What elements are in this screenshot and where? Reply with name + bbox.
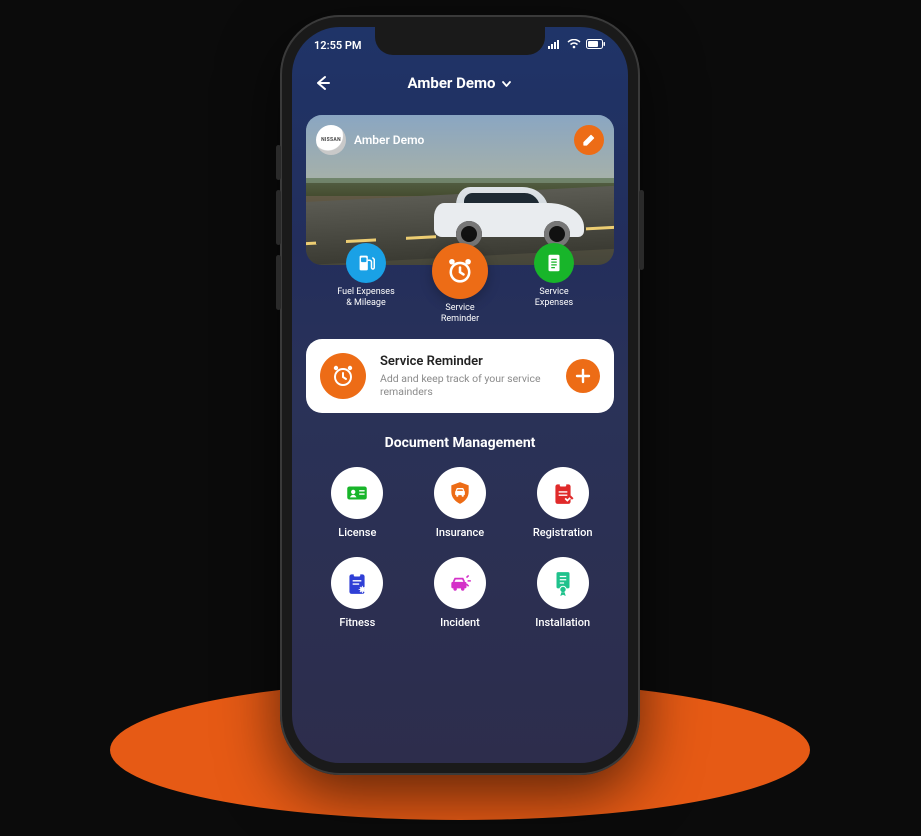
tab-fuel[interactable]: Fuel Expenses& Mileage <box>329 243 403 309</box>
doc-label: Registration <box>533 526 593 539</box>
chevron-down-icon <box>501 78 512 89</box>
document-grid: License Insurance Registration Fitness I… <box>306 467 614 629</box>
clock-icon <box>320 353 366 399</box>
tab-label: ServiceExpenses <box>535 287 573 309</box>
hero-car <box>434 187 584 247</box>
vehicle-name: Amber Demo <box>354 133 424 147</box>
phone-notch <box>375 27 545 55</box>
id-card-icon <box>331 467 383 519</box>
fuel-icon <box>346 243 386 283</box>
back-button[interactable] <box>308 69 336 97</box>
shield-car-icon <box>434 467 486 519</box>
card-title: Service Reminder <box>380 354 552 369</box>
doc-item-insurance[interactable]: Insurance <box>413 467 508 539</box>
pencil-icon <box>582 133 596 147</box>
phone-volume-down <box>276 255 281 310</box>
phone-power-button <box>639 190 644 270</box>
doc-label: Installation <box>535 616 590 629</box>
clipboard-gear-icon <box>331 557 383 609</box>
battery-icon <box>586 39 606 52</box>
phone-side-switch <box>276 145 281 180</box>
clipboard-check-icon <box>537 467 589 519</box>
app-screen: 12:55 PM Amber Demo <box>292 27 628 763</box>
category-tabs: Fuel Expenses& Mileage ServiceReminder S… <box>306 243 614 325</box>
brand-logo: NISSAN <box>316 125 346 155</box>
doc-label: Incident <box>440 616 480 629</box>
header-title-text: Amber Demo <box>408 74 496 92</box>
tab-receipt[interactable]: ServiceExpenses <box>517 243 591 309</box>
certificate-icon <box>537 557 589 609</box>
signal-icon <box>548 39 562 52</box>
header-title-dropdown[interactable]: Amber Demo <box>408 74 513 92</box>
doc-label: Fitness <box>339 616 375 629</box>
main-scroll[interactable]: NISSAN Amber Demo Fuel Expenses& Mileage… <box>292 107 628 763</box>
service-reminder-card: Service Reminder Add and keep track of y… <box>306 339 614 413</box>
doc-item-incident[interactable]: Incident <box>413 557 508 629</box>
tab-clock[interactable]: ServiceReminder <box>423 243 497 325</box>
doc-label: License <box>338 526 376 539</box>
app-header: Amber Demo <box>292 63 628 103</box>
doc-label: Insurance <box>436 526 484 539</box>
car-crash-icon <box>434 557 486 609</box>
receipt-icon <box>534 243 574 283</box>
arrow-left-icon <box>312 73 332 93</box>
card-subtitle: Add and keep track of your service remai… <box>380 372 552 398</box>
doc-item-installation[interactable]: Installation <box>515 557 610 629</box>
document-section-title: Document Management <box>306 435 614 451</box>
wifi-icon <box>567 39 581 52</box>
tab-label: ServiceReminder <box>441 303 479 325</box>
doc-item-license[interactable]: License <box>310 467 405 539</box>
phone-volume-up <box>276 190 281 245</box>
add-reminder-button[interactable] <box>566 359 600 393</box>
plus-icon <box>574 367 592 385</box>
tab-label: Fuel Expenses& Mileage <box>337 287 394 309</box>
phone-frame: 12:55 PM Amber Demo <box>280 15 640 775</box>
edit-vehicle-button[interactable] <box>574 125 604 155</box>
doc-item-fitness[interactable]: Fitness <box>310 557 405 629</box>
clock-icon <box>432 243 488 299</box>
doc-item-registration[interactable]: Registration <box>515 467 610 539</box>
status-time: 12:55 PM <box>314 39 362 52</box>
